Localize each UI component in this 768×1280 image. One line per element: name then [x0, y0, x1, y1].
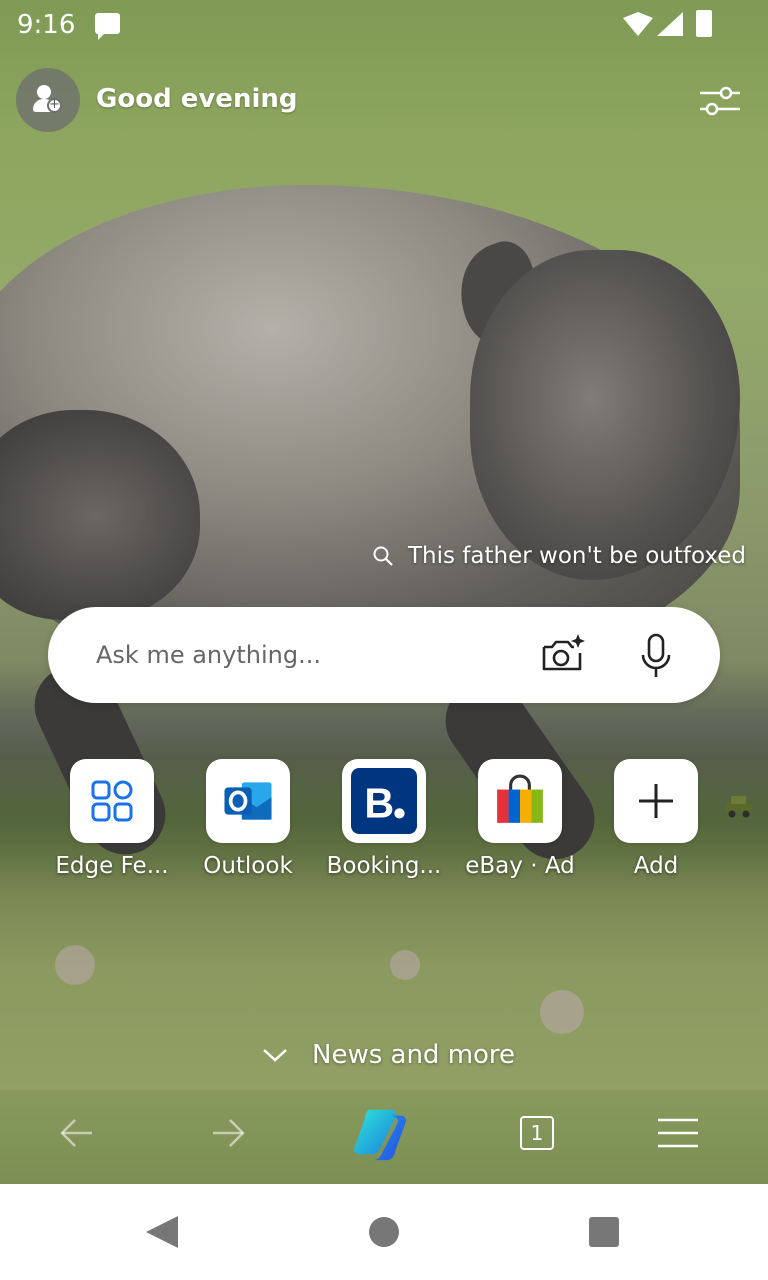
menu-button[interactable] [648, 1108, 708, 1158]
tabs-button[interactable]: 1 [507, 1108, 567, 1158]
microphone-icon[interactable] [636, 633, 676, 679]
quick-link-add[interactable]: Add [588, 758, 724, 888]
message-icon [95, 13, 120, 40]
search-bar[interactable] [48, 607, 720, 703]
quick-link-label: Booking... [326, 853, 442, 879]
visual-search-icon[interactable] [538, 631, 586, 679]
tab-count: 1 [530, 1121, 544, 1145]
copilot-button[interactable] [352, 1108, 412, 1161]
news-and-more-button[interactable]: News and more [262, 1038, 515, 1072]
quick-link-outlook[interactable]: Outlook [180, 758, 316, 888]
search-input[interactable] [96, 635, 516, 675]
back-button[interactable] [47, 1108, 107, 1158]
greeting-text: Good evening [96, 84, 298, 114]
nav-home-icon[interactable] [369, 1217, 399, 1247]
car-icon [726, 796, 752, 818]
forward-arrow-icon [213, 1119, 245, 1147]
quick-link-edge-features[interactable]: Edge Fe... [44, 758, 180, 888]
signal-icon [657, 12, 683, 36]
nav-recents-icon[interactable] [589, 1217, 619, 1247]
search-icon [373, 546, 393, 566]
quick-link-label: Edge Fe... [55, 853, 169, 879]
tabs-icon: 1 [520, 1116, 554, 1150]
chevron-down-icon [263, 1049, 287, 1062]
ebay-bag-icon [497, 774, 543, 823]
image-caption-text: This father won't be outfoxed [408, 543, 746, 569]
svg-text:B: B [364, 781, 394, 827]
copilot-icon [354, 1109, 406, 1161]
add-profile-icon[interactable]: + [16, 68, 80, 132]
plus-icon [639, 784, 673, 818]
news-and-more-label: News and more [312, 1040, 516, 1070]
quick-link-label: Outlook [203, 853, 293, 879]
quick-links: Edge Fe... Outlook B Booking... eBay · A… [0, 758, 768, 888]
quick-link-ebay[interactable]: eBay · Ad [452, 758, 588, 888]
edge-features-icon [91, 780, 133, 822]
booking-icon: B [351, 768, 417, 834]
quick-link-booking[interactable]: B Booking... [316, 758, 452, 888]
menu-icon [658, 1118, 698, 1148]
page-settings-icon[interactable] [698, 84, 742, 118]
wifi-icon [623, 12, 653, 36]
browser-toolbar: 1 [0, 1090, 768, 1184]
status-bar: 9:16 [0, 0, 768, 50]
outlook-icon [224, 782, 272, 820]
image-caption-link[interactable]: This father won't be outfoxed [372, 541, 746, 571]
forward-button[interactable] [198, 1108, 258, 1158]
back-arrow-icon [60, 1119, 92, 1147]
status-time: 9:16 [17, 10, 76, 40]
background-wallpaper [0, 0, 768, 1184]
battery-icon [696, 10, 712, 37]
quick-link-label: Add [633, 853, 679, 879]
quick-link-label: eBay · Ad [465, 853, 575, 879]
